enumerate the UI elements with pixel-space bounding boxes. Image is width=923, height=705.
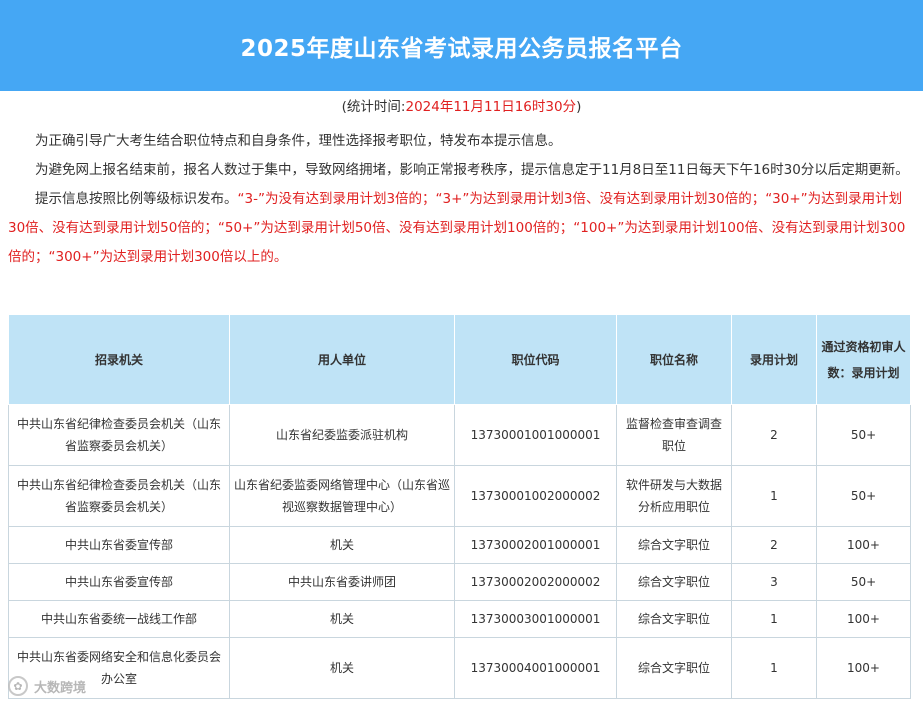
col-header-position-code: 职位代码	[454, 314, 617, 405]
cell-agency: 中共山东省委宣传部	[8, 563, 230, 601]
watermark-text: 大数跨境	[34, 680, 87, 696]
notice-paragraph-1: 为正确引导广大考生结合职位特点和自身条件，理性选择报考职位，特发布本提示信息。	[35, 133, 562, 149]
cell-position-code: 13730001002000002	[454, 465, 617, 527]
cell-ratio: 50+	[816, 404, 911, 466]
cell-hiring-plan: 3	[731, 563, 817, 601]
cell-position-name: 综合文字职位	[616, 526, 732, 564]
cell-hiring-plan: 2	[731, 526, 817, 564]
table-row: 中共山东省委宣传部 机关 13730002001000001 综合文字职位 2 …	[8, 526, 911, 564]
cell-position-name: 综合文字职位	[616, 600, 732, 638]
table-row: 中共山东省纪律检查委员会机关（山东省监察委员会机关） 山东省纪委监委网络管理中心…	[8, 465, 911, 527]
cell-position-code: 13730004001000001	[454, 637, 617, 699]
stat-time: (统计时间:2024年11月11日16时30分)	[0, 97, 923, 117]
cell-position-name: 软件研发与大数据分析应用职位	[616, 465, 732, 527]
col-header-ratio: 通过资格初审人数：录用计划	[816, 314, 911, 405]
stat-time-prefix: (统计时间:	[341, 99, 406, 115]
cell-ratio: 100+	[816, 600, 911, 638]
cell-hiring-plan: 1	[731, 465, 817, 527]
cell-agency: 中共山东省委统一战线工作部	[8, 600, 230, 638]
cell-employer: 机关	[229, 600, 455, 638]
cell-position-name: 监督检查审查调查职位	[616, 404, 732, 466]
notice-paragraph-3: 提示信息按照比例等级标识发布。“3-”为没有达到录用计划3倍的；“3+”为达到录…	[8, 185, 914, 272]
col-header-employer: 用人单位	[229, 314, 455, 405]
table-row: 中共山东省委宣传部 中共山东省委讲师团 13730002002000002 综合…	[8, 563, 911, 601]
positions-table: 招录机关 用人单位 职位代码 职位名称 录用计划 通过资格初审人数：录用计划 中…	[8, 314, 911, 699]
cell-agency: 中共山东省委宣传部	[8, 526, 230, 564]
cell-position-name: 综合文字职位	[616, 563, 732, 601]
cell-position-code: 13730002002000002	[454, 563, 617, 601]
col-header-hiring-plan: 录用计划	[731, 314, 817, 405]
table-row: 中共山东省委统一战线工作部 机关 13730003001000001 综合文字职…	[8, 600, 911, 638]
cell-hiring-plan: 1	[731, 637, 817, 699]
cell-ratio: 50+	[816, 465, 911, 527]
col-header-recruiting-agency: 招录机关	[8, 314, 230, 405]
cell-agency: 中共山东省纪律检查委员会机关（山东省监察委员会机关）	[8, 404, 230, 466]
cell-hiring-plan: 1	[731, 600, 817, 638]
cell-employer: 山东省纪委监委派驻机构	[229, 404, 455, 466]
cell-ratio: 100+	[816, 526, 911, 564]
page-title: 2025年度山东省考试录用公务员报名平台	[240, 35, 683, 62]
col-header-position-name: 职位名称	[616, 314, 732, 405]
cell-employer: 中共山东省委讲师团	[229, 563, 455, 601]
cell-position-name: 综合文字职位	[616, 637, 732, 699]
header-bar: 2025年度山东省考试录用公务员报名平台	[0, 0, 923, 91]
stat-time-value: 2024年11月11日16时30分	[405, 99, 577, 115]
cell-employer: 山东省纪委监委网络管理中心（山东省巡视巡察数据管理中心）	[229, 465, 455, 527]
table-header-row: 招录机关 用人单位 职位代码 职位名称 录用计划 通过资格初审人数：录用计划	[8, 314, 911, 405]
notice-text: 为正确引导广大考生结合职位特点和自身条件，理性选择报考职位，特发布本提示信息。 …	[8, 127, 914, 272]
watermark: ✿ 大数跨境	[8, 676, 86, 696]
stat-time-suffix: )	[576, 99, 582, 115]
cell-position-code: 13730001001000001	[454, 404, 617, 466]
cell-hiring-plan: 2	[731, 404, 817, 466]
table-row: 中共山东省委网络安全和信息化委员会办公室 机关 1373000400100000…	[8, 637, 911, 699]
cell-agency: 中共山东省纪律检查委员会机关（山东省监察委员会机关）	[8, 465, 230, 527]
cell-employer: 机关	[229, 637, 455, 699]
cell-position-code: 13730003001000001	[454, 600, 617, 638]
cell-ratio: 100+	[816, 637, 911, 699]
notice-ratio-intro: 提示信息按照比例等级标识发布。	[35, 191, 238, 207]
cell-position-code: 13730002001000001	[454, 526, 617, 564]
cell-employer: 机关	[229, 526, 455, 564]
cell-ratio: 50+	[816, 563, 911, 601]
table-row: 中共山东省纪律检查委员会机关（山东省监察委员会机关） 山东省纪委监委派驻机构 1…	[8, 404, 911, 466]
notice-paragraph-2: 为避免网上报名结束前，报名人数过于集中，导致网络拥堵，影响正常报考秩序，提示信息…	[35, 162, 909, 178]
app-logo-icon: ✿	[8, 676, 28, 696]
